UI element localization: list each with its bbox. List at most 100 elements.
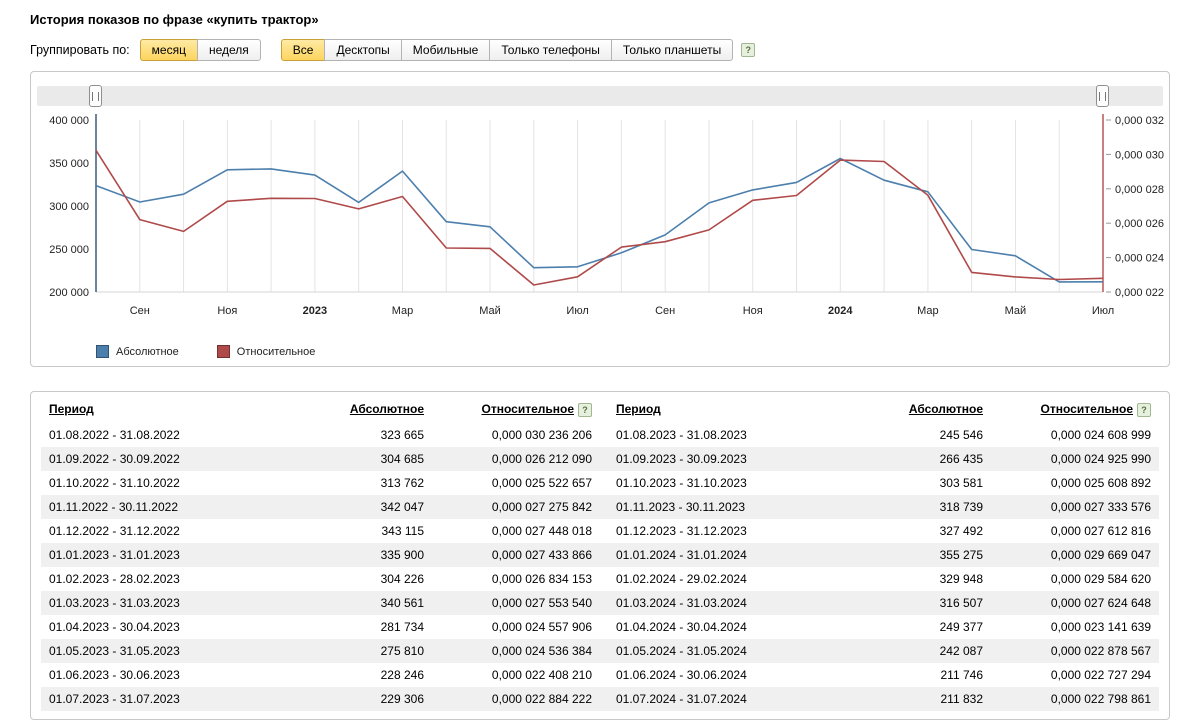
legend-label: Абсолютное (116, 345, 179, 358)
table-row: 01.11.2022 - 30.11.2022 342 047 0,000 027 … (41, 494, 600, 519)
relative-cell: 0,000 027 275 842 (491, 499, 592, 514)
table-row: 01.06.2023 - 30.06.2023 228 246 0,000 022 … (41, 663, 600, 687)
x-axis-tick: Июл (566, 305, 588, 317)
right-axis-tick: 0,000 030 (1115, 149, 1164, 161)
drag-grip-icon (92, 91, 99, 101)
absolute-cell: 275 810 (380, 643, 424, 658)
table-row: 01.02.2024 - 29.02.2024 329 948 0,000 029 … (600, 567, 1159, 591)
absolute-series-line (95, 157, 1104, 283)
table-row: 01.08.2022 - 31.08.2022 323 665 0,000 030 … (41, 423, 600, 447)
table-row: 01.01.2024 - 31.01.2024 355 275 0,000 029 … (600, 542, 1159, 567)
table-row: 01.05.2023 - 31.05.2023 275 810 0,000 024 … (41, 638, 600, 663)
x-axis-tick: Мар (917, 305, 939, 317)
legend-item[interactable]: Абсолютное (96, 345, 179, 358)
period-cell: 01.12.2023 - 31.12.2023 (616, 523, 747, 538)
absolute-cell: 316 507 (939, 595, 983, 610)
range-handle-left[interactable] (89, 85, 102, 107)
filter-bar: Группировать по: месяц неделя Все Десктопы… (30, 39, 1170, 61)
col-relative[interactable]: Относительное (482, 402, 574, 416)
right-axis-tick: 0,000 028 (1115, 184, 1164, 196)
col-period[interactable]: Период (616, 402, 661, 416)
right-axis-tick: 0,000 032 (1115, 115, 1164, 127)
col-period[interactable]: Период (49, 402, 94, 416)
chart-panel: 400 000 350 000 300 000 250 000 200 000 0,000… (30, 71, 1170, 367)
left-axis-tick: 400 000 (49, 115, 89, 127)
x-axis-tick: Июл (1092, 305, 1114, 317)
left-axis-tick: 250 000 (49, 244, 89, 256)
relative-cell: 0,000 026 212 090 (491, 451, 592, 466)
table-row: 01.10.2023 - 31.10.2023 303 581 0,000 025 … (600, 471, 1159, 495)
range-scrollbar[interactable] (37, 85, 1163, 107)
table-row: 01.02.2023 - 28.02.2023 304 226 0,000 026 … (41, 567, 600, 591)
relative-cell: 0,000 027 333 576 (1050, 499, 1151, 514)
absolute-cell: 304 685 (380, 451, 424, 466)
help-icon[interactable]: ? (578, 402, 592, 417)
absolute-cell: 245 546 (939, 427, 983, 442)
table-row: 01.07.2023 - 31.07.2023 229 306 0,000 022 … (41, 686, 600, 711)
table-row: 01.11.2023 - 30.11.2023 318 739 0,000 027 … (600, 494, 1159, 519)
period-cell: 01.01.2024 - 31.01.2024 (616, 547, 747, 562)
help-icon[interactable]: ? (741, 43, 756, 57)
period-cell: 01.05.2023 - 31.05.2023 (49, 643, 180, 658)
absolute-cell: 323 665 (380, 427, 424, 442)
right-axis-tick: 0,000 026 (1115, 218, 1164, 230)
table-row: 01.06.2024 - 30.06.2024 211 746 0,000 022 … (600, 663, 1159, 687)
period-cell: 01.04.2023 - 30.04.2023 (49, 619, 180, 634)
table-row: 01.04.2024 - 30.04.2024 249 377 0,000 023 … (600, 615, 1159, 639)
drag-grip-icon (1099, 91, 1106, 101)
absolute-cell: 355 275 (939, 547, 983, 562)
table-row: 01.03.2024 - 31.03.2024 316 507 0,000 027 … (600, 590, 1159, 615)
col-absolute[interactable]: Абсолютное (909, 402, 983, 416)
device-option-4[interactable]: Только планшеты (610, 39, 734, 61)
table-header-row: Период Абсолютное Относительное? (41, 396, 600, 423)
period-cell: 01.04.2024 - 30.04.2024 (616, 619, 747, 634)
period-cell: 01.05.2024 - 31.05.2024 (616, 643, 747, 658)
stats-table-left: Период Абсолютное Относительное? 01.08.2… (41, 396, 600, 711)
absolute-cell: 242 087 (939, 643, 983, 658)
x-axis-tick: 2023 (303, 305, 327, 317)
period-cell: 01.03.2024 - 31.03.2024 (616, 595, 747, 610)
device-option-2[interactable]: Мобильные (400, 39, 491, 61)
device-option-1[interactable]: Десктопы (324, 39, 402, 61)
table-row: 01.04.2023 - 30.04.2023 281 734 0,000 024 … (41, 615, 600, 639)
period-cell: 01.02.2023 - 28.02.2023 (49, 571, 180, 586)
table-row: 01.07.2024 - 31.07.2024 211 832 0,000 022 … (600, 686, 1159, 711)
period-cell: 01.08.2022 - 31.08.2022 (49, 427, 180, 442)
period-cell: 01.11.2023 - 30.11.2023 (616, 499, 745, 514)
relative-cell: 0,000 027 448 018 (491, 523, 592, 538)
absolute-cell: 303 581 (939, 475, 983, 490)
period-cell: 01.11.2022 - 30.11.2022 (49, 499, 178, 514)
col-absolute[interactable]: Абсолютное (350, 402, 424, 416)
period-cell: 01.12.2022 - 31.12.2022 (49, 523, 180, 538)
device-option-0[interactable]: Все (280, 39, 326, 61)
table-row: 01.01.2023 - 31.01.2023 335 900 0,000 027 … (41, 542, 600, 567)
absolute-cell: 335 900 (380, 547, 424, 562)
help-icon[interactable]: ? (1137, 402, 1151, 417)
col-relative[interactable]: Относительное (1041, 402, 1133, 416)
group-option-1[interactable]: неделя (196, 39, 261, 61)
absolute-cell: 281 734 (380, 619, 424, 634)
relative-cell: 0,000 022 798 861 (1050, 691, 1151, 706)
range-handle-right[interactable] (1096, 85, 1109, 107)
absolute-cell: 228 246 (380, 667, 424, 682)
relative-cell: 0,000 029 669 047 (1050, 547, 1151, 562)
group-option-0[interactable]: месяц (139, 39, 198, 61)
left-axis-tick: 200 000 (49, 287, 89, 299)
period-cell: 01.08.2023 - 31.08.2023 (616, 427, 747, 442)
legend-item[interactable]: Относительное (216, 345, 315, 358)
absolute-cell: 249 377 (939, 619, 983, 634)
period-cell: 01.06.2023 - 30.06.2023 (49, 667, 180, 682)
chart-legend: Абсолютное Относительное (96, 345, 315, 358)
x-axis-tick: Ноя (217, 305, 237, 317)
relative-cell: 0,000 024 608 999 (1050, 427, 1151, 442)
relative-cell: 0,000 022 878 567 (1050, 643, 1151, 658)
relative-cell: 0,000 022 884 222 (491, 691, 592, 706)
absolute-cell: 304 226 (380, 571, 424, 586)
absolute-cell: 318 739 (939, 499, 983, 514)
period-cell: 01.03.2023 - 31.03.2023 (49, 595, 180, 610)
right-axis-tick: 0,000 022 (1115, 287, 1164, 299)
page-title: История показов по фразе «купить трактор… (30, 12, 319, 27)
device-option-3[interactable]: Только телефоны (489, 39, 612, 61)
relative-cell: 0,000 025 522 657 (491, 475, 592, 490)
period-cell: 01.02.2024 - 29.02.2024 (616, 571, 747, 586)
